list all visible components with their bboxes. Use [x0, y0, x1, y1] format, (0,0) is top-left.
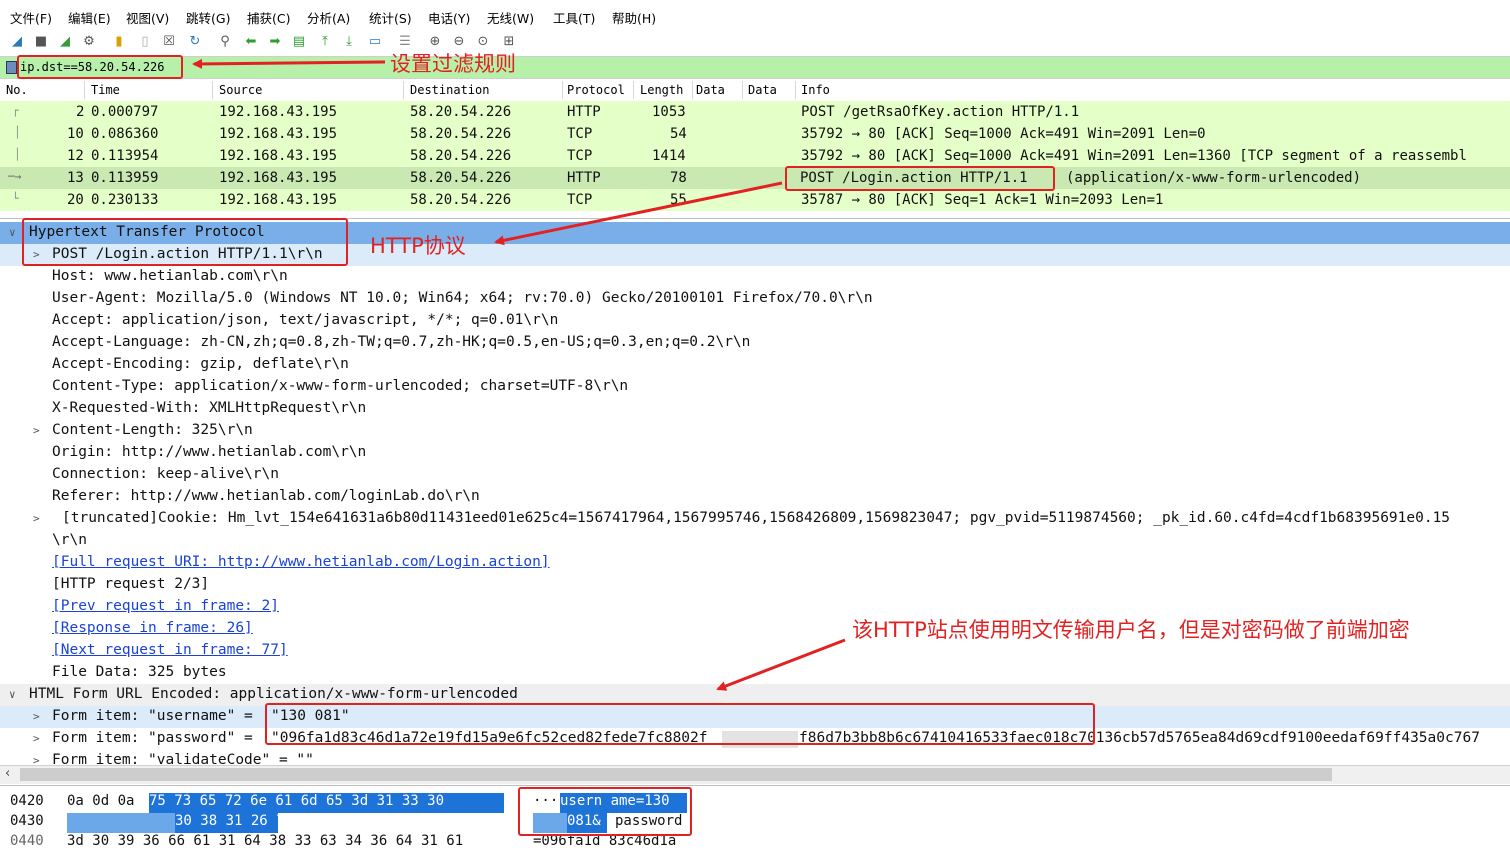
arrow-to-http — [494, 181, 783, 246]
arrow-to-form — [716, 638, 846, 691]
arrow-to-filter — [192, 58, 386, 69]
annotation-arrows — [192, 58, 846, 691]
